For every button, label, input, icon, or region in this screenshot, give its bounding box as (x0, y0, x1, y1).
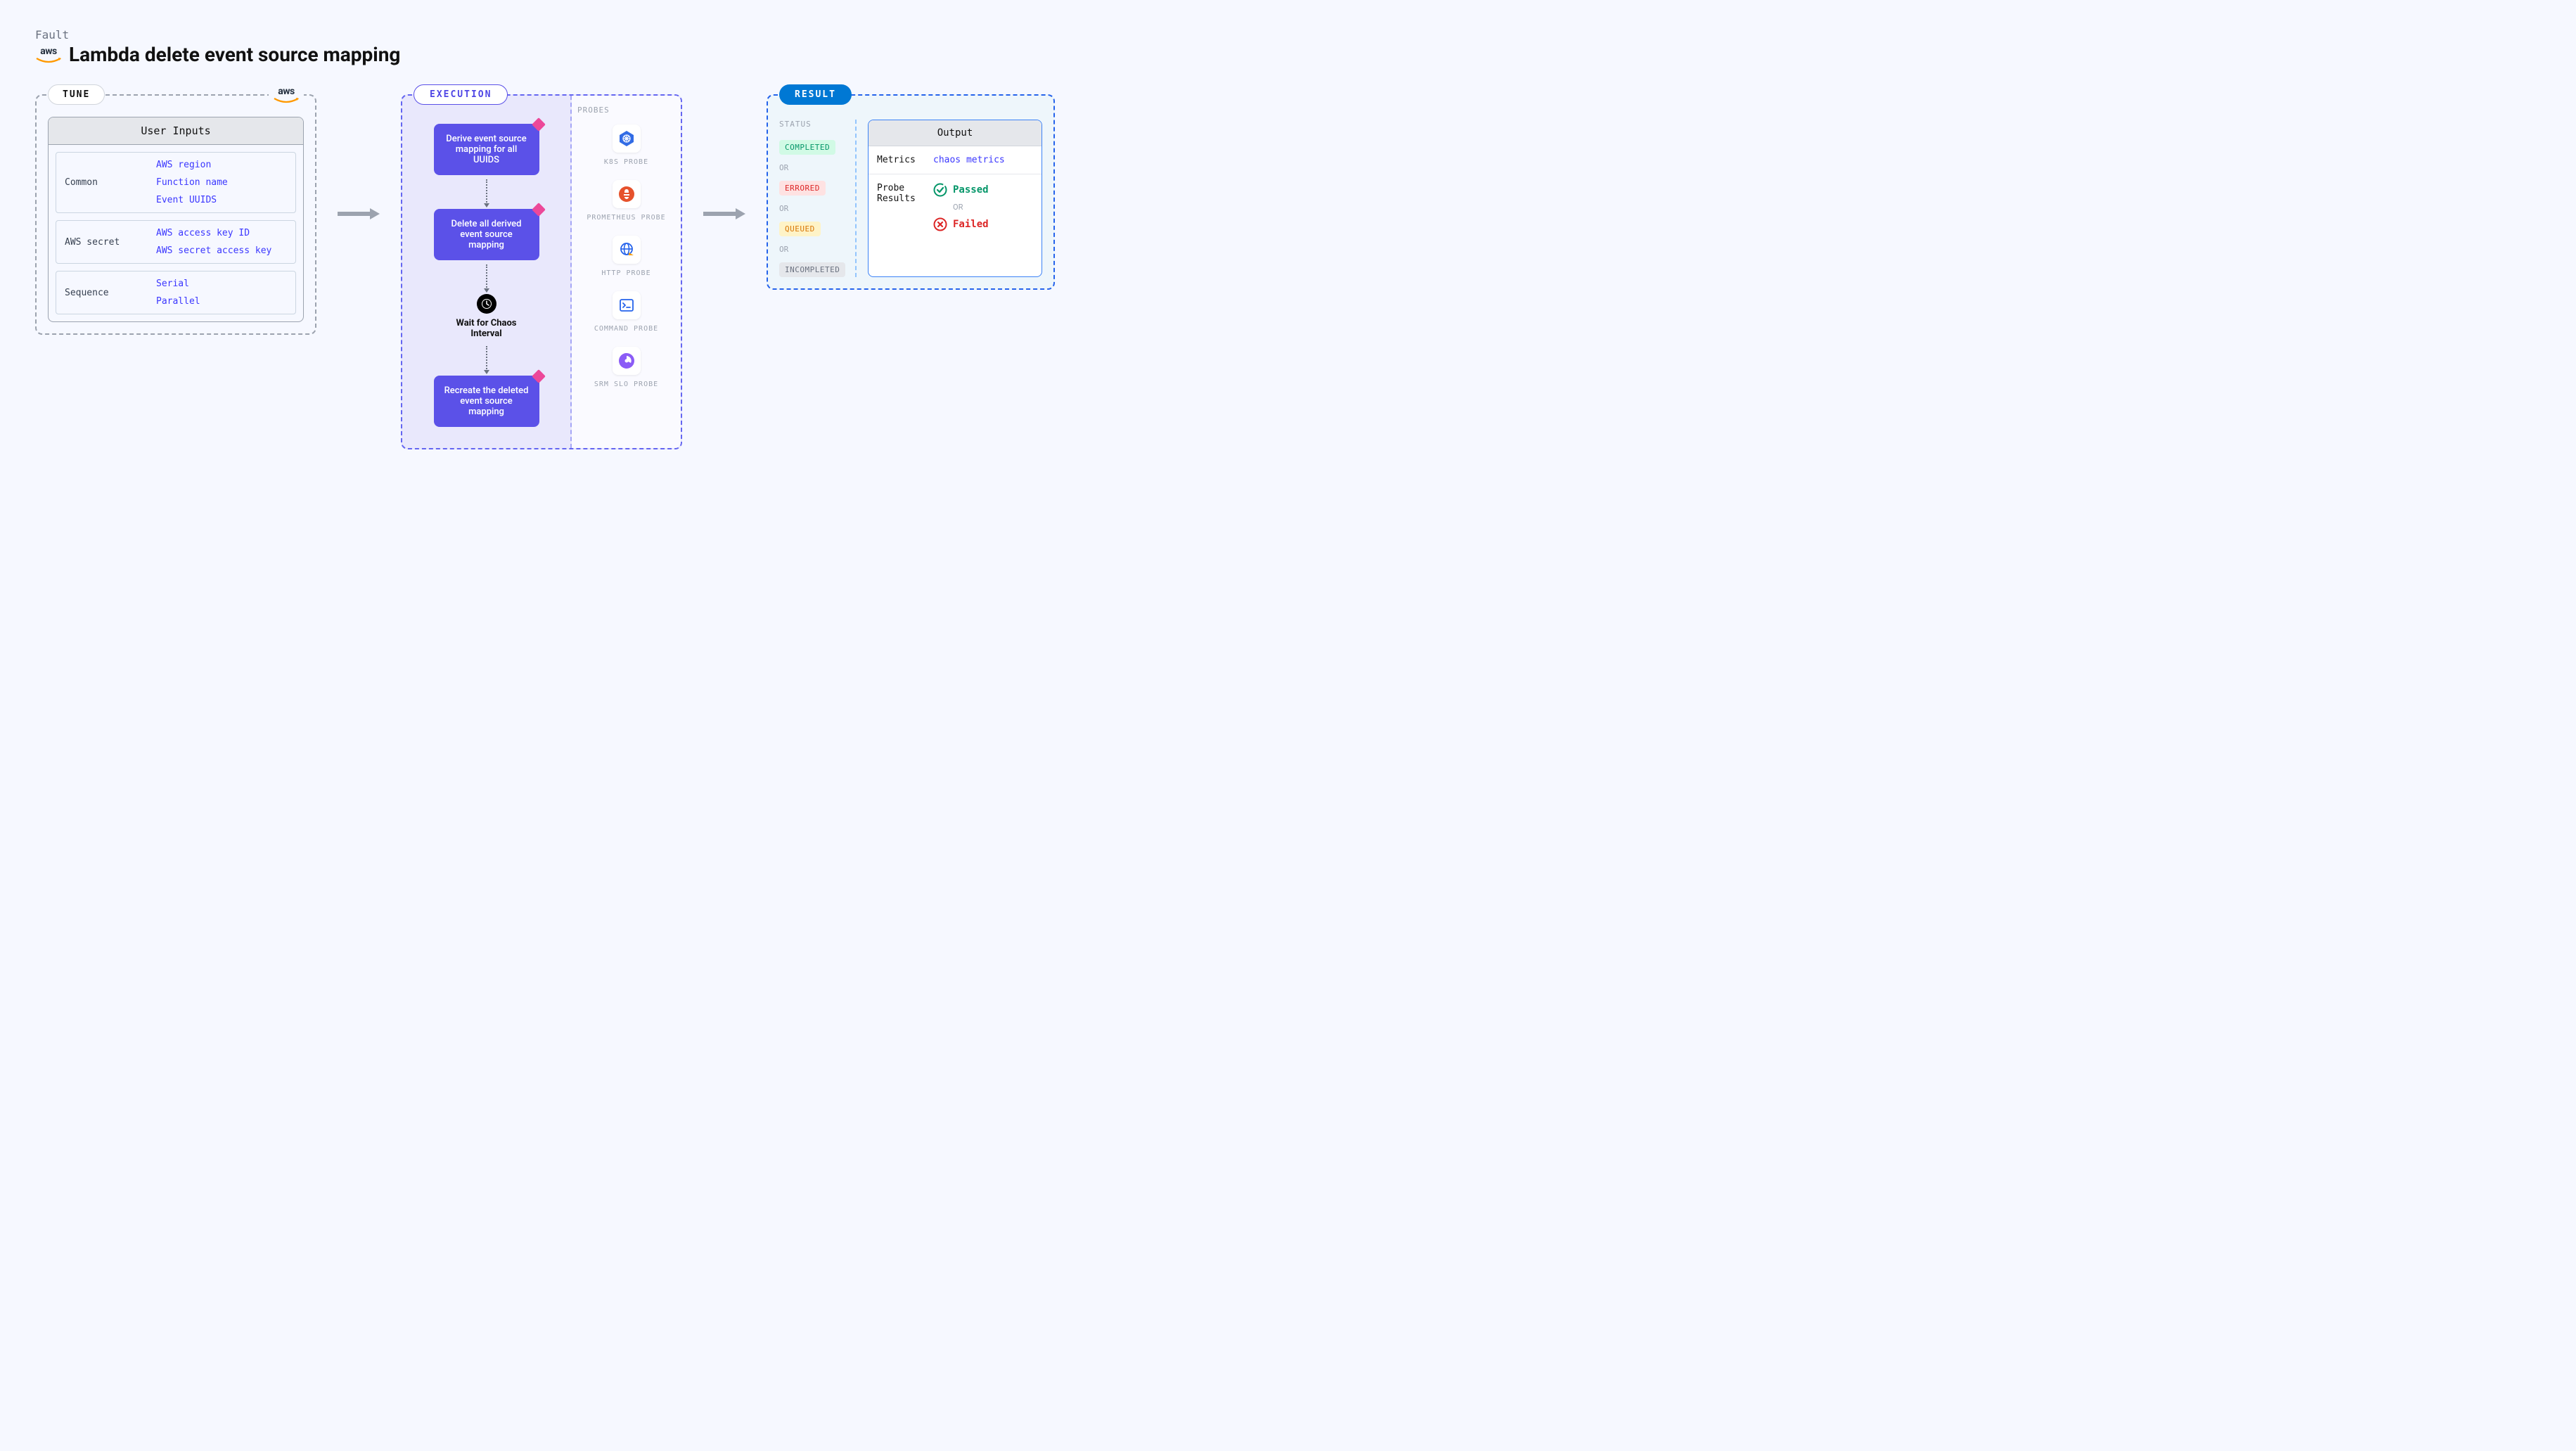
title-row: aws Lambda delete event source mapping (35, 43, 2541, 66)
probe-item: SRM SLO PROBE (577, 347, 675, 388)
or-text: OR (779, 163, 844, 172)
dotted-arrow-icon (486, 179, 487, 205)
k8s-icon (613, 124, 641, 153)
x-circle-icon (933, 217, 947, 231)
aws-logo-icon: aws (269, 86, 304, 104)
status-label: STATUS (779, 120, 844, 129)
clock-icon (477, 294, 496, 314)
or-text: OR (953, 203, 989, 212)
step-corner-icon (532, 369, 546, 383)
tune-inner-box: User Inputs Common AWS region Function nam… (48, 117, 304, 322)
status-pill: COMPLETED (779, 140, 835, 155)
probe-item: HTTP PROBE (577, 236, 675, 277)
fault-label: Fault (35, 28, 2541, 41)
status-pill: ERRORED (779, 181, 826, 196)
tune-value: Parallel (156, 296, 200, 307)
tune-section: Common AWS region Function name Event UUIDS (56, 152, 296, 213)
output-row-metrics: Metrics chaos metrics (869, 146, 1042, 174)
execution-badge: EXECUTION (414, 84, 508, 105)
step-delete: Delete all derived event source mapping (434, 209, 539, 260)
tune-section-label: Sequence (65, 288, 149, 298)
step-corner-icon (532, 203, 546, 217)
tune-value: Function name (156, 177, 228, 188)
output-header: Output (869, 120, 1042, 146)
metrics-key: Metrics (877, 155, 926, 165)
tune-value: AWS secret access key (156, 245, 271, 256)
prometheus-icon (613, 180, 641, 208)
or-text: OR (779, 245, 844, 254)
check-circle-icon (933, 183, 947, 197)
arrow-execution-to-result (703, 94, 745, 221)
wait-label: Wait for Chaos Interval (444, 318, 529, 339)
probe-item: K8S PROBE (577, 124, 675, 166)
probe-name: HTTP PROBE (601, 269, 651, 277)
probe-name: COMMAND PROBE (594, 325, 658, 333)
tune-section-values: AWS access key ID AWS secret access key (156, 228, 271, 256)
or-text: OR (779, 204, 844, 213)
probe-name: PROMETHEUS PROBE (587, 214, 665, 222)
tune-section: Sequence Serial Parallel (56, 271, 296, 314)
tune-value: AWS region (156, 160, 228, 170)
probe-name: SRM SLO PROBE (594, 381, 658, 388)
step-recreate: Recreate the deleted event source mappin… (434, 376, 539, 427)
command-icon (613, 291, 641, 319)
tune-badge: TUNE (48, 84, 105, 105)
step-derive: Derive event source mapping for all UUID… (434, 124, 539, 175)
result-panel: RESULT STATUS COMPLETEDORERROREDORQUEUED… (767, 94, 1055, 290)
probes-label: PROBES (577, 106, 675, 115)
status-pill: INCOMPLETED (779, 262, 845, 277)
output-box: Output Metrics chaos metrics Probe Resul… (868, 120, 1042, 277)
probe-name: K8S PROBE (604, 158, 648, 166)
status-column: STATUS COMPLETED OR ERRORED OR QUEUED OR INCOM… (779, 120, 857, 277)
status-pill: QUEUED (779, 222, 821, 236)
diagram-canvas: TUNE aws User Inputs CommonAWS regionFun… (35, 94, 2541, 449)
srm-icon (613, 347, 641, 375)
http-icon (613, 236, 641, 264)
tune-inner-header: User Inputs (49, 117, 303, 145)
tune-section-label: Common (65, 177, 149, 188)
dotted-arrow-icon (486, 264, 487, 290)
probe-results-values: Passed OR Failed (933, 183, 989, 231)
dotted-arrow-icon (486, 346, 487, 371)
tune-section-values: AWS region Function name Event UUIDS (156, 160, 228, 205)
probe-item: COMMAND PROBE (577, 291, 675, 333)
execution-panel: EXECUTION Derive event source mapping fo… (401, 94, 682, 449)
probe-item: PROMETHEUS PROBE (577, 180, 675, 222)
probe-results-key: Probe Results (877, 183, 926, 204)
aws-logo-icon: aws (35, 46, 62, 64)
probes-column: PROBES K8S PROBE PROMETHEUS PROBE HTTP PRO… (572, 96, 681, 448)
probe-result-passed: Passed (933, 183, 989, 197)
tune-section-values: Serial Parallel (156, 279, 200, 307)
tune-panel: TUNE aws User Inputs CommonAWS regionFun… (35, 94, 316, 335)
tune-value: AWS access key ID (156, 228, 271, 238)
metrics-value: chaos metrics (933, 155, 1005, 165)
tune-value: Event UUIDS (156, 195, 228, 205)
arrow-tune-to-execution (338, 94, 380, 221)
probe-result-failed: Failed (933, 217, 989, 231)
execution-steps-column: Derive event source mapping for all UUID… (402, 96, 572, 448)
page-title: Lambda delete event source mapping (69, 43, 400, 66)
step-corner-icon (532, 117, 546, 132)
tune-value: Serial (156, 279, 200, 289)
tune-section: AWS secret AWS access key ID AWS secret ac… (56, 220, 296, 264)
output-row-probe-results: Probe Results Passed OR Failed (869, 174, 1042, 240)
header: Fault aws Lambda delete event source map… (35, 28, 2541, 66)
result-badge: RESULT (779, 84, 852, 105)
tune-section-label: AWS secret (65, 237, 149, 248)
